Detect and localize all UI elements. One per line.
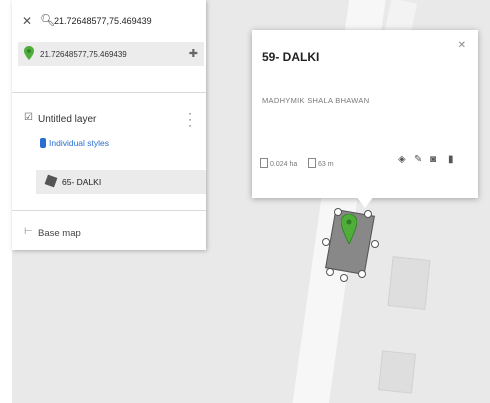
vertex-handle[interactable] — [322, 238, 330, 246]
divider — [12, 210, 206, 211]
building — [378, 350, 416, 394]
more-options-icon[interactable]: · · · — [188, 107, 192, 131]
map-marker-icon[interactable] — [341, 214, 357, 244]
search-result[interactable]: 21.72648577,75.469439 ✚ — [18, 42, 204, 66]
vertex-handle[interactable] — [371, 240, 379, 248]
style-bucket-icon[interactable]: ◈ — [398, 154, 406, 165]
popup-title: 59- DALKI — [262, 50, 320, 64]
delete-icon[interactable]: ▮ — [448, 154, 454, 165]
vertex-handle[interactable] — [326, 268, 334, 276]
location-pin-icon — [24, 46, 34, 60]
search-input[interactable]: 21.72648577,75.469439 — [54, 16, 152, 26]
result-coordinates: 21.72648577,75.469439 — [40, 50, 127, 59]
basemap-expand-icon[interactable]: ⊢ — [24, 226, 33, 237]
area-measure: 0.024 ha — [260, 158, 297, 168]
area-icon — [260, 158, 268, 168]
search-row: ✕ 🔍︎ 21.72648577,75.469439 — [12, 10, 206, 32]
feature-item[interactable]: 65- DALKI — [36, 170, 206, 194]
vertex-handle[interactable] — [340, 274, 348, 282]
close-icon[interactable]: ✕ — [458, 40, 466, 51]
layer-checkbox[interactable]: ☑ — [24, 112, 33, 123]
polygon-icon — [44, 174, 58, 188]
paint-roller-icon — [40, 138, 46, 148]
basemap-label[interactable]: Base map — [38, 228, 81, 239]
close-icon[interactable]: ✕ — [22, 14, 32, 28]
area-value: 0.024 ha — [270, 161, 298, 168]
edit-pencil-icon[interactable]: ✎ — [414, 154, 422, 165]
feature-popup: 59- DALKI ✕ MADHYMIK SHALA BHAWAN 0.024 … — [252, 30, 478, 198]
layer-name[interactable]: Untitled layer — [38, 114, 96, 125]
divider — [12, 92, 206, 93]
add-to-map-icon[interactable]: ✚ — [189, 47, 198, 60]
perimeter-icon — [308, 158, 316, 168]
vertex-handle[interactable] — [364, 210, 372, 218]
styles-label: Individual styles — [49, 138, 110, 148]
layers-panel: ✕ 🔍︎ 21.72648577,75.469439 21.72648577,7… — [12, 0, 206, 250]
camera-icon[interactable]: ◙ — [430, 154, 436, 165]
individual-styles-link[interactable]: Individual styles — [40, 138, 109, 148]
perimeter-measure: 63 m — [308, 158, 334, 168]
vertex-handle[interactable] — [358, 270, 366, 278]
popup-description: MADHYMIK SHALA BHAWAN — [262, 96, 370, 105]
popup-pointer — [356, 196, 374, 208]
building — [387, 256, 431, 310]
feature-label: 65- DALKI — [62, 177, 102, 187]
perimeter-value: 63 m — [318, 161, 334, 168]
search-icon[interactable]: 🔍︎ — [40, 13, 55, 27]
